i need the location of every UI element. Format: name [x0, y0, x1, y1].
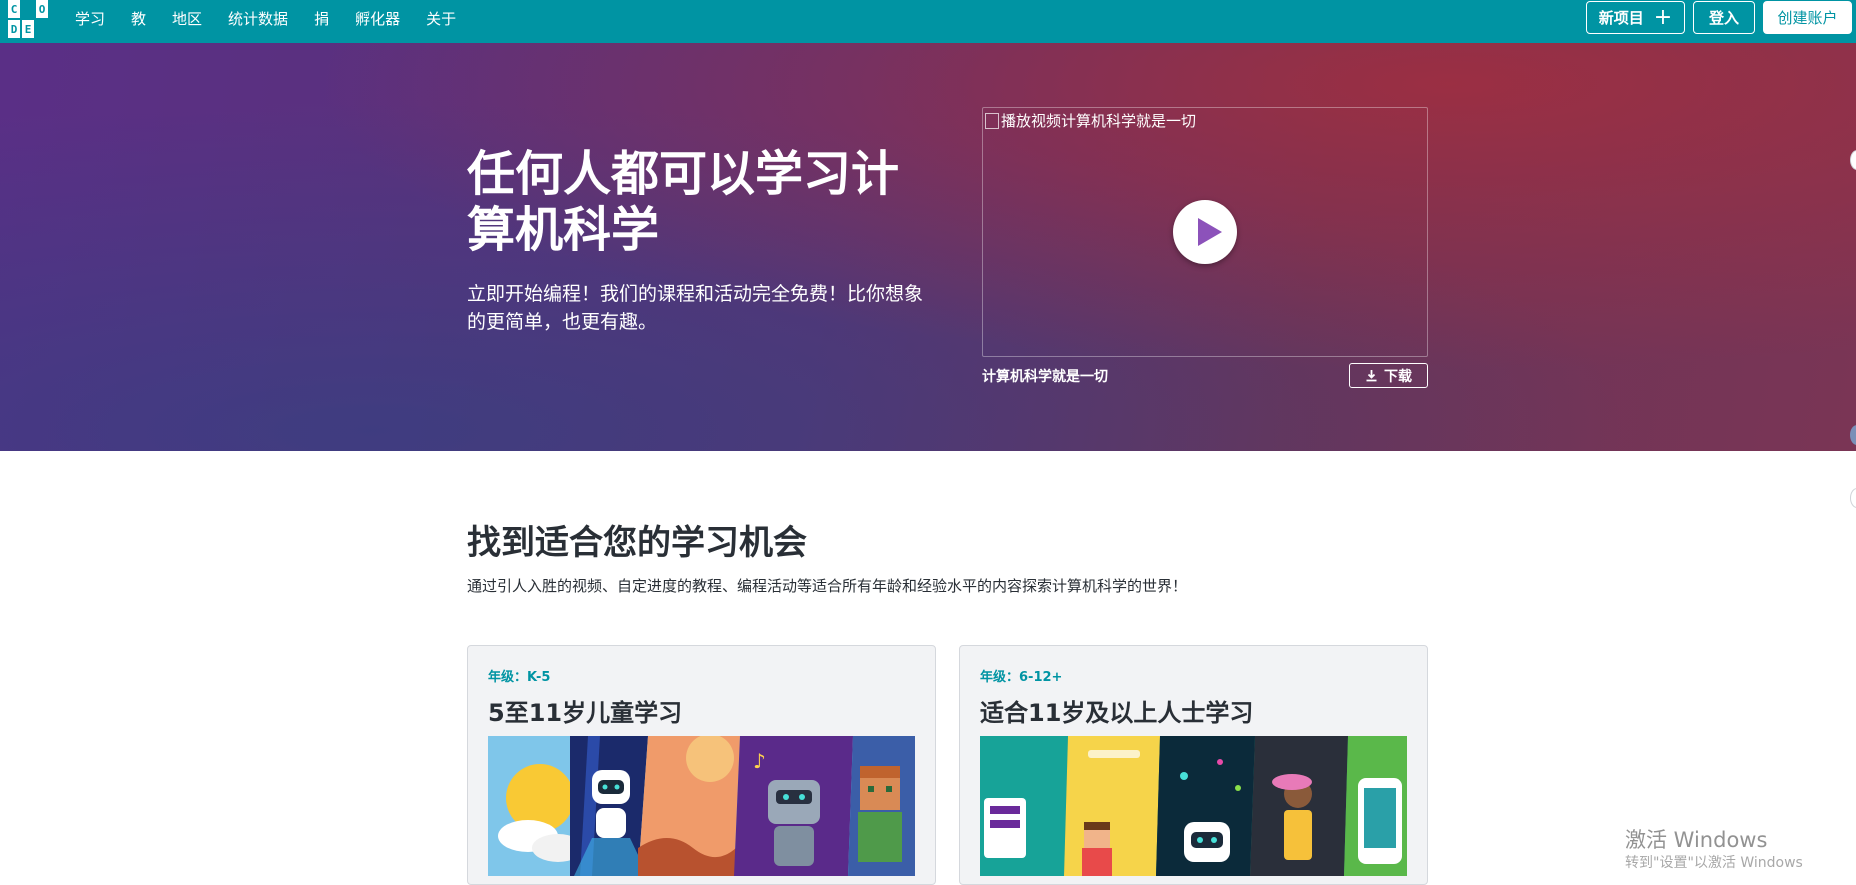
play-icon[interactable]: [1173, 200, 1237, 264]
hero-subtitle: 立即开始编程！我们的课程和活动完全免费！比你想象的更简单，也更有趣。: [467, 283, 924, 333]
logo-letter: D: [8, 20, 20, 38]
logo-letter: E: [22, 20, 34, 38]
svg-text:♪: ♪: [753, 749, 766, 773]
hero-banner: 任何人都可以学习计算机科学 立即开始编程！我们的课程和活动完全免费！比你想象的更…: [0, 43, 1856, 451]
logo-letter: O: [36, 0, 48, 18]
video-alt-text: 播放视频计算机科学就是一切: [1001, 112, 1197, 130]
code-org-logo[interactable]: C O D E: [8, 0, 48, 38]
nav-stats[interactable]: 统计数据: [228, 8, 288, 29]
card-title[interactable]: 适合11岁及以上人士学习: [980, 693, 1253, 728]
logo-blank: [36, 20, 48, 38]
logo-blank: [22, 0, 34, 18]
hero-title: 任何人都可以学习计算机科学: [467, 146, 900, 258]
video-player[interactable]: 播放视频计算机科学就是一切: [982, 107, 1428, 357]
card-illustration-teens: [980, 736, 1407, 876]
nav-donate[interactable]: 捐: [314, 8, 329, 29]
windows-activation-watermark: 激活 Windows: [1625, 828, 1768, 852]
nav-learn[interactable]: 学习: [75, 8, 105, 29]
login-button[interactable]: 登入: [1693, 1, 1755, 34]
main-nav: 学习 教 地区 统计数据 捐 孵化器 关于: [62, 0, 469, 36]
card-title[interactable]: 5至11岁儿童学习: [488, 693, 682, 728]
windows-activation-hint: 转到"设置"以激活 Windows: [1625, 855, 1803, 871]
new-project-button[interactable]: 新项目 +: [1586, 1, 1685, 34]
download-icon: [1366, 370, 1377, 382]
nav-about[interactable]: 关于: [426, 8, 456, 29]
logo-letter: C: [8, 0, 20, 18]
top-navigation-bar: C O D E 学习 教 地区 统计数据 捐 孵化器 关于 新项目 + 登入 创…: [0, 0, 1856, 43]
video-caption: 计算机科学就是一切: [982, 369, 1108, 385]
course-card-k5[interactable]: 年级：K-5 5至11岁儿童学习 ♪: [467, 645, 936, 885]
broken-image-icon: [985, 112, 999, 129]
card-grade-label: 年级：K-5: [488, 670, 551, 685]
plus-icon: +: [1653, 4, 1673, 30]
learning-section-title: 找到适合您的学习机会: [467, 523, 807, 563]
card-illustration-kids: ♪: [488, 736, 915, 876]
nav-incubator[interactable]: 孵化器: [355, 8, 400, 29]
learning-section-description: 通过引人入胜的视频、自定进度的教程、编程活动等适合所有年龄和经验水平的内容探索计…: [467, 577, 1188, 595]
course-card-6-12[interactable]: 年级：6-12+ 适合11岁及以上人士学习: [959, 645, 1428, 885]
side-widget-handle[interactable]: [1850, 488, 1856, 508]
nav-districts[interactable]: 地区: [172, 8, 202, 29]
nav-teach[interactable]: 教: [131, 8, 146, 29]
download-button[interactable]: 下载: [1349, 363, 1428, 388]
video-thumbnail-alt: 播放视频计算机科学就是一切: [985, 110, 1196, 131]
new-project-label: 新项目: [1598, 9, 1644, 27]
create-account-button[interactable]: 创建账户: [1763, 1, 1852, 34]
card-grade-label: 年级：6-12+: [980, 670, 1063, 685]
download-label: 下载: [1384, 368, 1412, 385]
